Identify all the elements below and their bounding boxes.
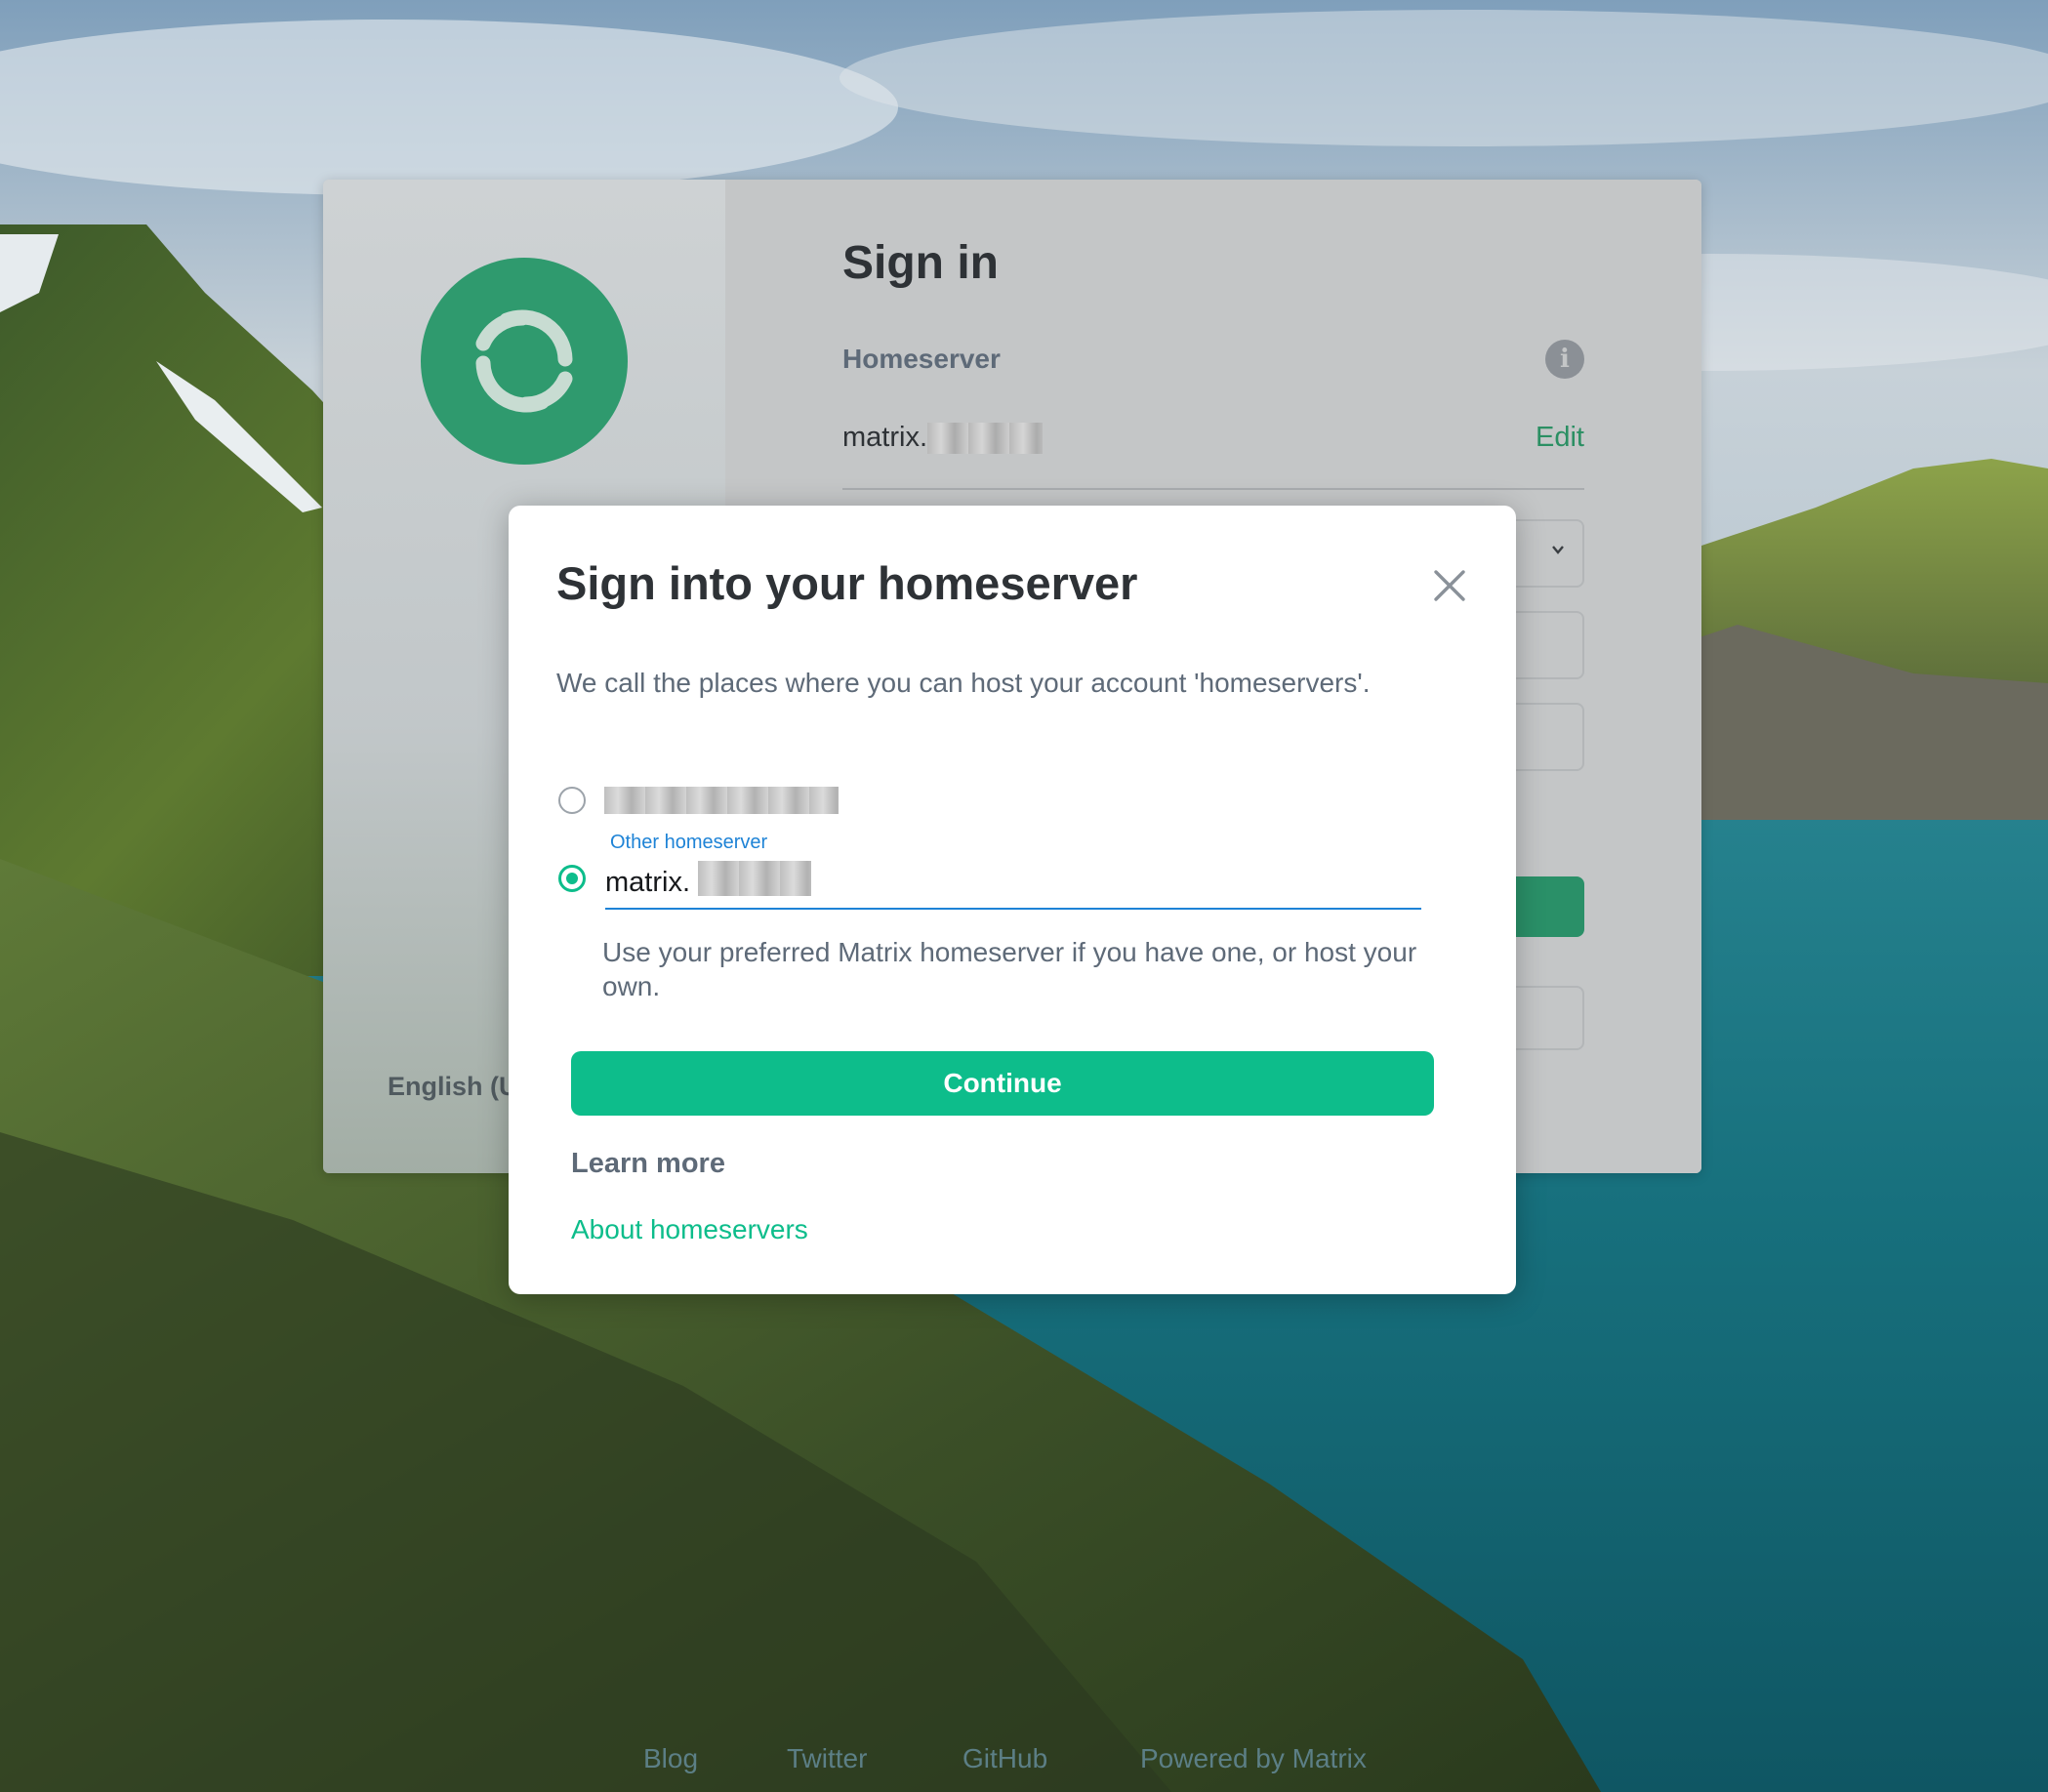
dialog-title: Sign into your homeserver [556, 557, 1138, 609]
other-homeserver-label: Other homeserver [610, 832, 768, 853]
redacted-text [604, 787, 839, 814]
footer-link-matrix[interactable]: Powered by Matrix [1140, 1743, 1367, 1774]
chevron-down-icon [1552, 546, 1564, 554]
language-selector[interactable]: English (U [388, 1072, 518, 1102]
footer-link-blog[interactable]: Blog [643, 1743, 698, 1774]
continue-button[interactable]: Continue [571, 1051, 1434, 1116]
learn-more-heading: Learn more [571, 1148, 725, 1179]
page-title: Sign in [842, 237, 999, 289]
server-picker-dialog: Sign into your homeserver We call the pl… [509, 506, 1516, 1294]
redacted-text [927, 423, 1043, 455]
homeserver-value-text: matrix. [842, 422, 927, 453]
info-icon[interactable]: i [1545, 340, 1584, 379]
homeserver-label: Homeserver [842, 344, 1001, 374]
homeserver-value: matrix. [842, 422, 1043, 455]
divider [842, 488, 1584, 490]
radio-other-homeserver[interactable] [558, 865, 586, 892]
element-logo-icon [421, 258, 628, 465]
footer-link-github[interactable]: GitHub [963, 1743, 1047, 1774]
edit-homeserver-link[interactable]: Edit [1536, 422, 1584, 454]
close-icon[interactable] [1430, 566, 1469, 605]
dialog-description: We call the places where you can host yo… [556, 668, 1371, 698]
radio-default-homeserver[interactable] [558, 787, 586, 814]
footer-link-twitter[interactable]: Twitter [787, 1743, 867, 1774]
radio-dot [566, 873, 578, 884]
about-homeservers-link[interactable]: About homeservers [571, 1214, 808, 1245]
redacted-text [698, 861, 811, 896]
helper-text: Use your preferred Matrix homeserver if … [602, 937, 1417, 1001]
